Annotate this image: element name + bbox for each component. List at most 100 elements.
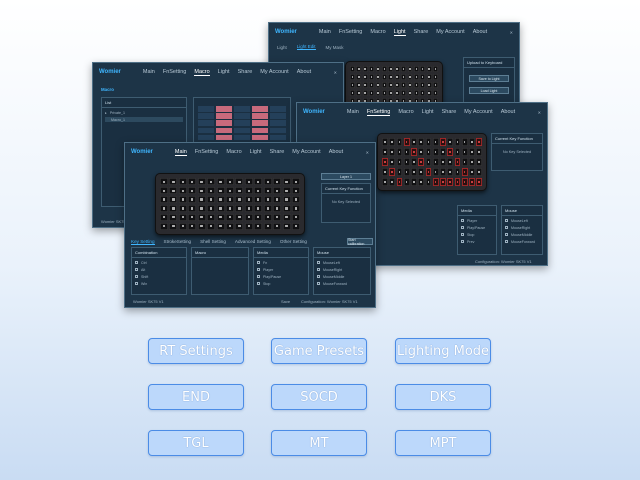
macro-cell[interactable] <box>251 106 269 112</box>
key[interactable] <box>440 147 446 157</box>
nav-macro[interactable]: Macro <box>370 29 385 35</box>
key[interactable] <box>188 178 197 186</box>
key[interactable] <box>389 147 395 157</box>
load-light-button[interactable]: Load Light <box>469 87 509 94</box>
key[interactable] <box>178 213 187 222</box>
key[interactable] <box>160 186 168 195</box>
key[interactable] <box>461 147 468 157</box>
nav-main[interactable]: Main <box>174 149 187 156</box>
key[interactable] <box>461 167 468 177</box>
key[interactable] <box>160 178 168 186</box>
macro-cell[interactable] <box>251 120 269 127</box>
key[interactable] <box>432 138 439 147</box>
key[interactable] <box>356 66 362 73</box>
nav-my-account[interactable]: My Account <box>436 29 464 35</box>
key[interactable] <box>369 73 375 81</box>
nav-share[interactable]: Share <box>442 109 457 115</box>
key[interactable] <box>382 177 388 186</box>
key[interactable] <box>454 138 461 147</box>
key[interactable] <box>382 147 388 157</box>
key[interactable] <box>254 178 263 186</box>
tab-key-setting[interactable]: Key Setting <box>131 239 155 245</box>
key[interactable] <box>362 73 368 81</box>
key[interactable] <box>382 167 388 177</box>
key[interactable] <box>469 177 475 186</box>
key[interactable] <box>226 222 234 230</box>
nav-macro[interactable]: Macro <box>194 69 210 76</box>
key[interactable] <box>440 167 446 177</box>
key[interactable] <box>396 157 403 167</box>
key[interactable] <box>263 222 272 230</box>
key[interactable] <box>244 195 253 204</box>
key[interactable] <box>263 186 272 195</box>
key[interactable] <box>254 204 263 213</box>
key[interactable] <box>469 147 475 157</box>
key[interactable] <box>426 89 432 97</box>
mouse-item[interactable]: MouseMiddle <box>505 232 539 237</box>
key[interactable] <box>411 157 417 167</box>
nav-share[interactable]: Share <box>238 69 253 75</box>
nav-my-account[interactable]: My Account <box>260 69 288 75</box>
key[interactable] <box>197 186 206 195</box>
nav-about[interactable]: About <box>473 29 487 35</box>
key[interactable] <box>160 204 168 213</box>
key[interactable] <box>207 178 216 186</box>
key[interactable] <box>244 222 253 230</box>
key[interactable] <box>169 186 178 195</box>
key[interactable] <box>418 177 424 186</box>
mouse-item[interactable]: MouseMiddle <box>317 274 367 279</box>
key[interactable] <box>160 222 168 230</box>
key[interactable] <box>407 81 413 89</box>
key[interactable] <box>369 89 375 97</box>
key[interactable] <box>188 213 197 222</box>
nav-light[interactable]: Light <box>218 69 230 75</box>
key[interactable] <box>401 66 407 73</box>
key[interactable] <box>432 177 439 186</box>
key[interactable] <box>254 186 263 195</box>
key[interactable] <box>389 177 395 186</box>
key[interactable] <box>396 177 403 186</box>
key[interactable] <box>292 213 300 222</box>
key[interactable] <box>375 89 381 97</box>
key[interactable] <box>411 177 417 186</box>
media-item[interactable]: Stop <box>257 281 305 286</box>
key[interactable] <box>375 66 381 73</box>
macro-cell[interactable] <box>269 127 286 134</box>
key[interactable] <box>425 167 432 177</box>
key[interactable] <box>454 167 461 177</box>
macro-cell[interactable] <box>233 113 251 119</box>
media-item[interactable]: Stop <box>461 232 493 237</box>
key[interactable] <box>394 73 400 81</box>
macro-cell[interactable] <box>215 134 233 141</box>
macro-cell[interactable] <box>215 113 233 119</box>
nav-light[interactable]: Light <box>250 149 262 155</box>
key[interactable] <box>197 195 206 204</box>
key[interactable] <box>381 89 387 97</box>
key[interactable] <box>425 138 432 147</box>
key[interactable] <box>197 222 206 230</box>
key[interactable] <box>454 147 461 157</box>
key[interactable] <box>447 177 453 186</box>
key[interactable] <box>394 66 400 73</box>
nav-about[interactable]: About <box>297 69 311 75</box>
macro-cell[interactable] <box>233 127 251 134</box>
key[interactable] <box>207 204 216 213</box>
key[interactable] <box>178 186 187 195</box>
combination-item[interactable]: Alt <box>135 267 183 272</box>
key[interactable] <box>216 178 225 186</box>
key[interactable] <box>425 177 432 186</box>
nav-fnsetting[interactable]: FnSetting <box>366 109 391 116</box>
key[interactable] <box>292 186 300 195</box>
key[interactable] <box>389 167 395 177</box>
key[interactable] <box>469 138 475 147</box>
key[interactable] <box>207 186 216 195</box>
mouse-item[interactable]: MouseRight <box>317 267 367 272</box>
key[interactable] <box>197 178 206 186</box>
key[interactable] <box>282 204 291 213</box>
key[interactable] <box>420 66 426 73</box>
key[interactable] <box>403 157 410 167</box>
key[interactable] <box>433 73 438 81</box>
key[interactable] <box>292 178 300 186</box>
nav-fnsetting[interactable]: FnSetting <box>339 29 363 35</box>
key[interactable] <box>476 167 482 177</box>
